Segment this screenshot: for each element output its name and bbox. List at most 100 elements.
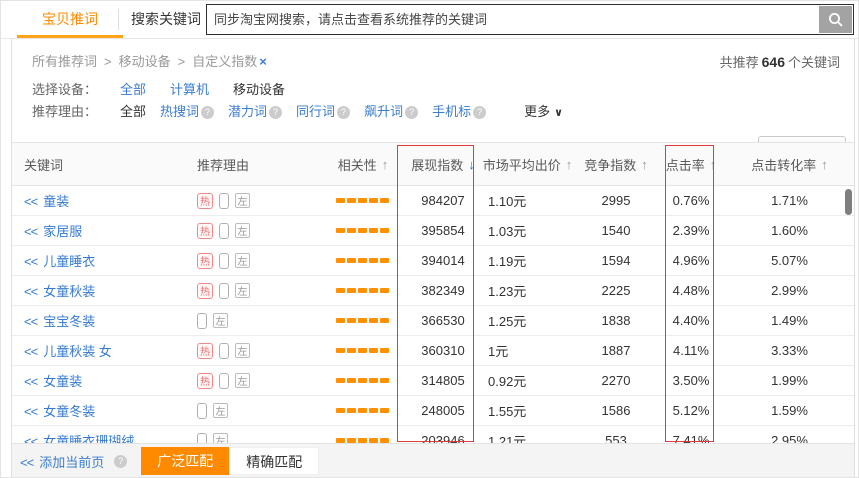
cell-cvr: 5.07% [725,246,854,275]
cell-impressions: 203946 [406,426,480,444]
breadcrumb-item[interactable]: 移动设备 [119,54,171,69]
add-keyword-icon[interactable]: << [24,254,37,269]
column-header-7[interactable]: 点击转化率↑ [725,143,854,185]
cell-keyword: <<女童秋装 [12,276,186,305]
sort-asc-icon[interactable]: ↑ [821,157,828,172]
table-row: <<女童装热左3148050.92元22703.50%1.99% [12,366,854,396]
keyword-link[interactable]: <<童装 [24,191,69,210]
filter-option[interactable]: 全部 [120,104,146,119]
relevance-bar [336,288,345,293]
reason-options: 全部热搜词? 潜力词? 同行词? 飙升词? 手机标? [120,103,500,121]
cell-keyword: <<童装 [12,186,186,215]
breadcrumb-item[interactable]: 所有推荐词 [32,54,97,69]
cell-cvr: 2.95% [725,426,854,444]
add-keyword-icon[interactable]: << [24,194,37,209]
cell-relevance [320,216,406,245]
cell-ctr: 7.41% [657,426,725,444]
left-badge-icon: 左 [213,313,228,328]
relevance-bar [369,378,378,383]
filter-option[interactable]: 飙升词? [364,104,418,119]
column-header-2[interactable]: 相关性↑ [320,143,406,185]
column-header-4[interactable]: 市场平均出价↑ [480,143,575,185]
table-row: <<儿童秋装 女热左3603101元18874.11%3.33% [12,336,854,366]
column-header-3[interactable]: 展现指数↓ [406,143,480,185]
filter-option[interactable]: 同行词? [296,104,350,119]
keyword-link[interactable]: << 家居服 [24,221,82,240]
cell-competition: 2225 [575,276,657,305]
cell-impressions: 314805 [406,366,480,395]
tab-search-keywords[interactable]: 搜索关键词 [131,1,201,38]
help-icon[interactable]: ? [473,106,486,119]
help-icon[interactable]: ? [269,106,282,119]
table-scrollbar-thumb[interactable] [845,189,852,215]
help-icon[interactable]: ? [405,106,418,119]
relevance-bars [336,228,391,233]
add-current-page-link[interactable]: <<添加当前页 [20,452,104,471]
exact-match-button[interactable]: 精确匹配 [229,447,319,475]
add-keyword-icon[interactable]: << [24,314,37,329]
cell-relevance [320,426,406,444]
add-keyword-icon[interactable]: << [24,224,37,239]
keyword-link[interactable]: <<女童装 [24,371,82,390]
relevance-bar [380,198,389,203]
cell-avg-price: 1.21元 [480,426,575,444]
column-header-5[interactable]: 竞争指数↑ [575,143,657,185]
sort-asc-icon[interactable]: ↑ [382,157,389,172]
mobile-phone-icon [219,253,229,269]
breadcrumb-item[interactable]: 自定义指数 [192,54,257,69]
cell-impressions: 360310 [406,336,480,365]
cell-avg-price: 1.25元 [480,306,575,335]
total-count: 646 [762,54,785,70]
help-icon[interactable]: ? [114,455,127,468]
cell-cvr: 1.59% [725,396,854,425]
left-badge-icon: 左 [235,223,250,238]
cell-impressions: 984207 [406,186,480,215]
keyword-link[interactable]: <<女童冬装 [24,401,95,420]
filter-option[interactable]: 计算机 [170,82,209,97]
search-input[interactable] [206,4,854,35]
sort-asc-icon[interactable]: ↑ [710,157,717,172]
left-badge-icon: 左 [235,253,250,268]
mobile-phone-icon [197,403,207,419]
more-filters-link[interactable]: 更多∨ [524,103,563,122]
sort-asc-icon[interactable]: ↑ [566,157,573,172]
hot-badge-icon: 热 [197,193,213,209]
breadcrumb-separator: > [178,54,186,69]
keyword-text: 家居服 [43,224,82,239]
help-icon[interactable]: ? [337,106,350,119]
tab-divider [118,9,119,30]
add-keyword-icon[interactable]: << [24,284,37,299]
relevance-bar [347,228,356,233]
table-footer: <<添加当前页 ? 广泛匹配 精确匹配 [12,443,854,478]
keyword-text: 儿童睡衣 [43,254,95,269]
relevance-bar [369,288,378,293]
keyword-link[interactable]: << 儿童睡衣 [24,251,95,270]
relevance-bar [380,378,389,383]
keyword-link[interactable]: <<儿童秋装 女 [24,341,112,360]
filter-option[interactable]: 热搜词? [160,104,214,119]
broad-match-button[interactable]: 广泛匹配 [141,447,229,475]
table-row: <<女童冬装左2480051.55元15865.12%1.59% [12,396,854,426]
tab-label: 搜索关键词 [131,11,201,27]
add-keyword-icon[interactable]: << [24,404,37,419]
breadcrumb-close-icon[interactable]: × [259,54,267,69]
help-icon[interactable]: ? [201,106,214,119]
keyword-link[interactable]: <<宝宝冬装 [24,311,95,330]
sort-desc-icon[interactable]: ↓ [468,157,475,172]
sort-asc-icon[interactable]: ↑ [641,157,648,172]
keyword-link[interactable]: <<女童秋装 [24,281,95,300]
total-suffix: 个关键词 [788,55,840,70]
cell-cvr: 3.33% [725,336,854,365]
filter-option[interactable]: 全部 [120,82,146,97]
search-button[interactable] [819,6,852,33]
filter-option[interactable]: 移动设备 [233,82,285,97]
mobile-phone-icon [219,223,229,239]
filter-option[interactable]: 潜力词? [228,104,282,119]
add-keyword-icon[interactable]: << [24,344,37,359]
filter-option[interactable]: 手机标? [432,104,486,119]
cell-reason-badges: 左 [186,306,320,335]
add-keyword-icon[interactable]: << [24,374,37,389]
tab-baby-promote-words[interactable]: 宝贝推词 [39,1,101,38]
column-header-6[interactable]: 点击率↑ [657,143,725,185]
left-badge-icon: 左 [213,403,228,418]
